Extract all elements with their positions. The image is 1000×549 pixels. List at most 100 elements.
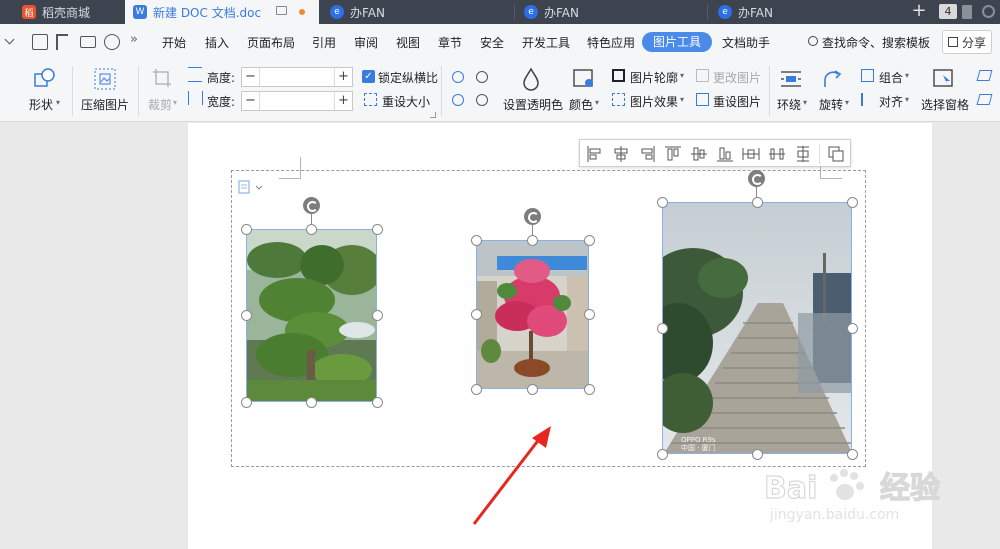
group-button[interactable]: 组合 (879, 69, 903, 86)
layer-down-icon[interactable] (976, 94, 993, 105)
menu-review[interactable]: 审阅 (354, 34, 378, 51)
resize-handle[interactable] (656, 322, 668, 334)
resize-handle[interactable] (470, 234, 482, 246)
rotate-handle-icon[interactable] (303, 197, 320, 214)
command-search[interactable]: 查找命令、搜索模板 (822, 34, 930, 51)
resize-handle[interactable] (240, 223, 252, 235)
shape-icon[interactable] (34, 68, 55, 87)
align-middle-icon[interactable] (690, 145, 708, 163)
crop-icon[interactable] (152, 68, 172, 91)
resize-handle[interactable] (371, 310, 383, 321)
change-picture-icon[interactable] (696, 69, 709, 82)
selection-pane-button[interactable]: 选择窗格 (921, 96, 969, 113)
resize-handle[interactable] (583, 383, 595, 395)
distribute-horizontal-icon[interactable] (742, 145, 760, 163)
resize-handle[interactable] (470, 383, 482, 395)
share-button[interactable]: 分享 (942, 30, 992, 54)
crop-button[interactable]: 裁剪 (148, 96, 172, 113)
tab-daoke[interactable]: 稻 稻壳商城 (14, 0, 124, 24)
picture-outline-icon[interactable] (612, 69, 625, 82)
search-icon[interactable] (808, 36, 818, 46)
menu-home[interactable]: 开始 (162, 34, 186, 51)
resize-handle[interactable] (656, 196, 668, 208)
resize-handle[interactable] (306, 396, 317, 408)
resize-handle[interactable] (470, 309, 482, 320)
color-button[interactable]: 颜色 (569, 96, 593, 113)
contrast-down-icon[interactable] (476, 94, 488, 106)
align-left-icon[interactable] (586, 145, 604, 163)
resize-handle[interactable] (371, 223, 383, 235)
shape-button[interactable]: 形状 (29, 96, 53, 113)
tab-banfan-1[interactable]: e 办FAN (322, 0, 512, 24)
resize-handle[interactable] (846, 196, 858, 208)
tab-banfan-3[interactable]: e 办FAN (710, 0, 900, 24)
contrast-up-icon[interactable] (476, 71, 488, 83)
brightness-up-icon[interactable] (452, 71, 464, 83)
distribute-spacing-icon[interactable] (768, 145, 786, 163)
rotate-handle-icon[interactable] (748, 170, 765, 187)
change-picture-button[interactable]: 更改图片 (713, 69, 761, 86)
resize-handle[interactable] (240, 396, 252, 408)
resize-handle[interactable] (846, 448, 858, 460)
resize-handle[interactable] (527, 234, 538, 246)
bougainvillea-photo[interactable] (476, 240, 589, 389)
align-icon[interactable] (861, 93, 874, 106)
resize-handle[interactable] (240, 310, 252, 321)
resize-handle[interactable] (527, 383, 538, 395)
chevron-down-icon[interactable] (4, 34, 15, 45)
reset-size-icon[interactable] (364, 93, 377, 106)
cloud-sync-icon[interactable] (982, 5, 995, 18)
menu-features[interactable]: 特色应用 (587, 34, 635, 51)
align-button[interactable]: 对齐 (879, 93, 903, 110)
picture-color-icon[interactable] (573, 69, 595, 92)
resize-handle[interactable] (371, 396, 383, 408)
print-icon[interactable] (80, 36, 96, 48)
text-wrap-icon[interactable] (780, 69, 802, 92)
distribute-vertical-icon[interactable] (794, 145, 812, 163)
picture-effect-button[interactable]: 图片效果 (630, 93, 678, 110)
selection-pane-icon[interactable] (933, 69, 955, 92)
reset-picture-button[interactable]: 重设图片 (713, 93, 761, 110)
menu-references[interactable]: 引用 (312, 34, 336, 51)
stairs-photo[interactable]: OPPO R9s 中国 · 厦门 (662, 202, 852, 454)
group-objects-icon[interactable] (827, 145, 845, 163)
save-icon[interactable] (32, 34, 48, 50)
resize-handle[interactable] (656, 448, 668, 460)
align-top-icon[interactable] (664, 145, 682, 163)
compress-picture-icon[interactable] (94, 68, 116, 93)
reset-picture-icon[interactable] (696, 93, 709, 106)
tab-document[interactable]: W 新建 DOC 文档.doc (125, 0, 319, 24)
bonsai-tree-photo[interactable] (246, 229, 377, 402)
menu-security[interactable]: 安全 (480, 34, 504, 51)
reset-size-button[interactable]: 重设大小 (382, 93, 430, 110)
wrap-button[interactable]: 环绕 (777, 96, 801, 113)
print-preview-icon[interactable] (104, 34, 120, 50)
height-stepper[interactable]: − + (241, 67, 353, 87)
resize-handle[interactable] (583, 234, 595, 246)
align-bottom-icon[interactable] (716, 145, 734, 163)
group-icon[interactable] (861, 69, 874, 82)
format-painter-icon[interactable] (56, 34, 68, 50)
picture-outline-button[interactable]: 图片轮廓 (630, 69, 678, 86)
menu-doc-assistant[interactable]: 文档助手 (722, 34, 770, 51)
water-drop-icon[interactable] (521, 67, 541, 94)
height-decrease-button[interactable]: − (242, 68, 260, 86)
resize-handle[interactable] (306, 223, 317, 235)
window-list-icon[interactable] (962, 5, 972, 19)
layer-up-icon[interactable] (976, 70, 993, 81)
brightness-down-icon[interactable] (452, 94, 464, 106)
width-decrease-button[interactable]: − (242, 92, 260, 110)
width-increase-button[interactable]: + (334, 92, 352, 110)
width-stepper[interactable]: − + (241, 91, 353, 111)
monitor-icon[interactable] (276, 6, 287, 15)
resize-handle[interactable] (846, 322, 858, 334)
menu-page-layout[interactable]: 页面布局 (247, 34, 295, 51)
align-right-icon[interactable] (638, 145, 656, 163)
rotate-button[interactable]: 旋转 (819, 96, 843, 113)
height-increase-button[interactable]: + (334, 68, 352, 86)
new-tab-plus-icon[interactable]: + (908, 0, 930, 24)
menu-developer[interactable]: 开发工具 (522, 34, 570, 51)
menu-picture-tools[interactable]: 图片工具 (642, 32, 712, 52)
resize-handle[interactable] (751, 448, 763, 460)
picture-effect-icon[interactable] (612, 93, 625, 106)
